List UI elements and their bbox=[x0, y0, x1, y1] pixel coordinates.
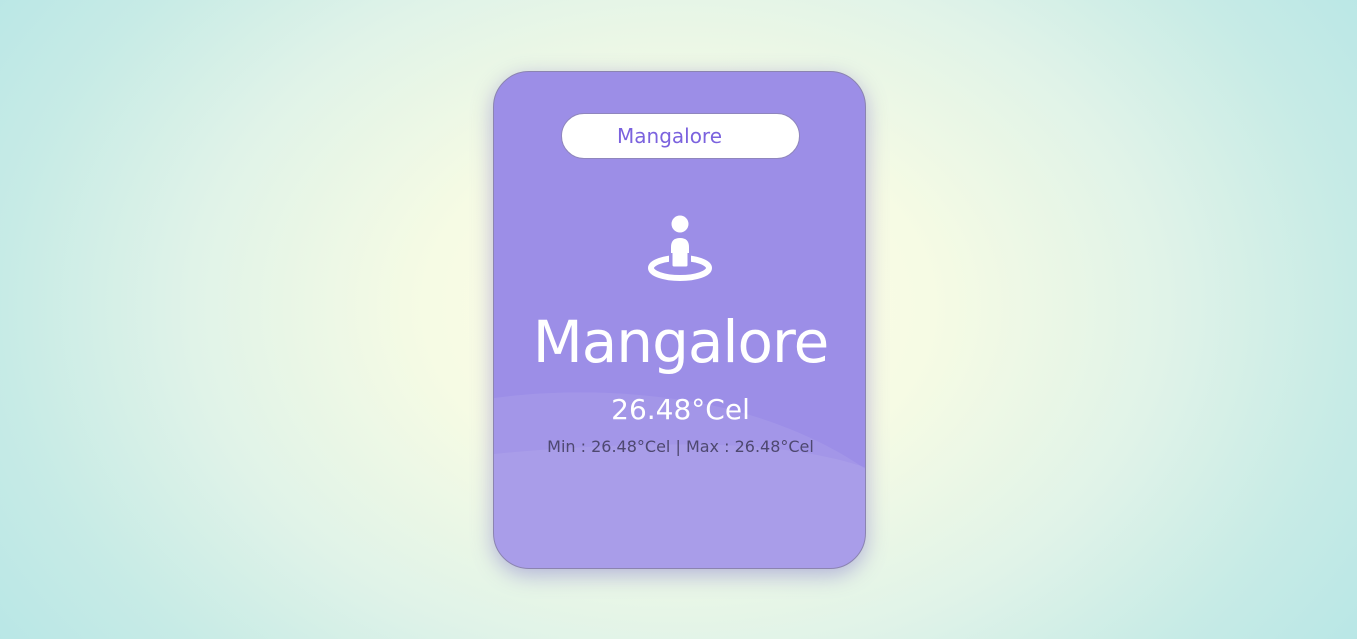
street-view-icon bbox=[648, 215, 712, 281]
weather-card: Mangalore 26.48°Cel Min : 26.48°Cel | Ma… bbox=[493, 71, 866, 569]
current-temperature: 26.48°Cel bbox=[611, 393, 750, 426]
city-name: Mangalore bbox=[532, 308, 830, 376]
min-max-temperature: Min : 26.48°Cel | Max : 26.48°Cel bbox=[547, 437, 814, 456]
city-search-input[interactable] bbox=[561, 113, 800, 159]
